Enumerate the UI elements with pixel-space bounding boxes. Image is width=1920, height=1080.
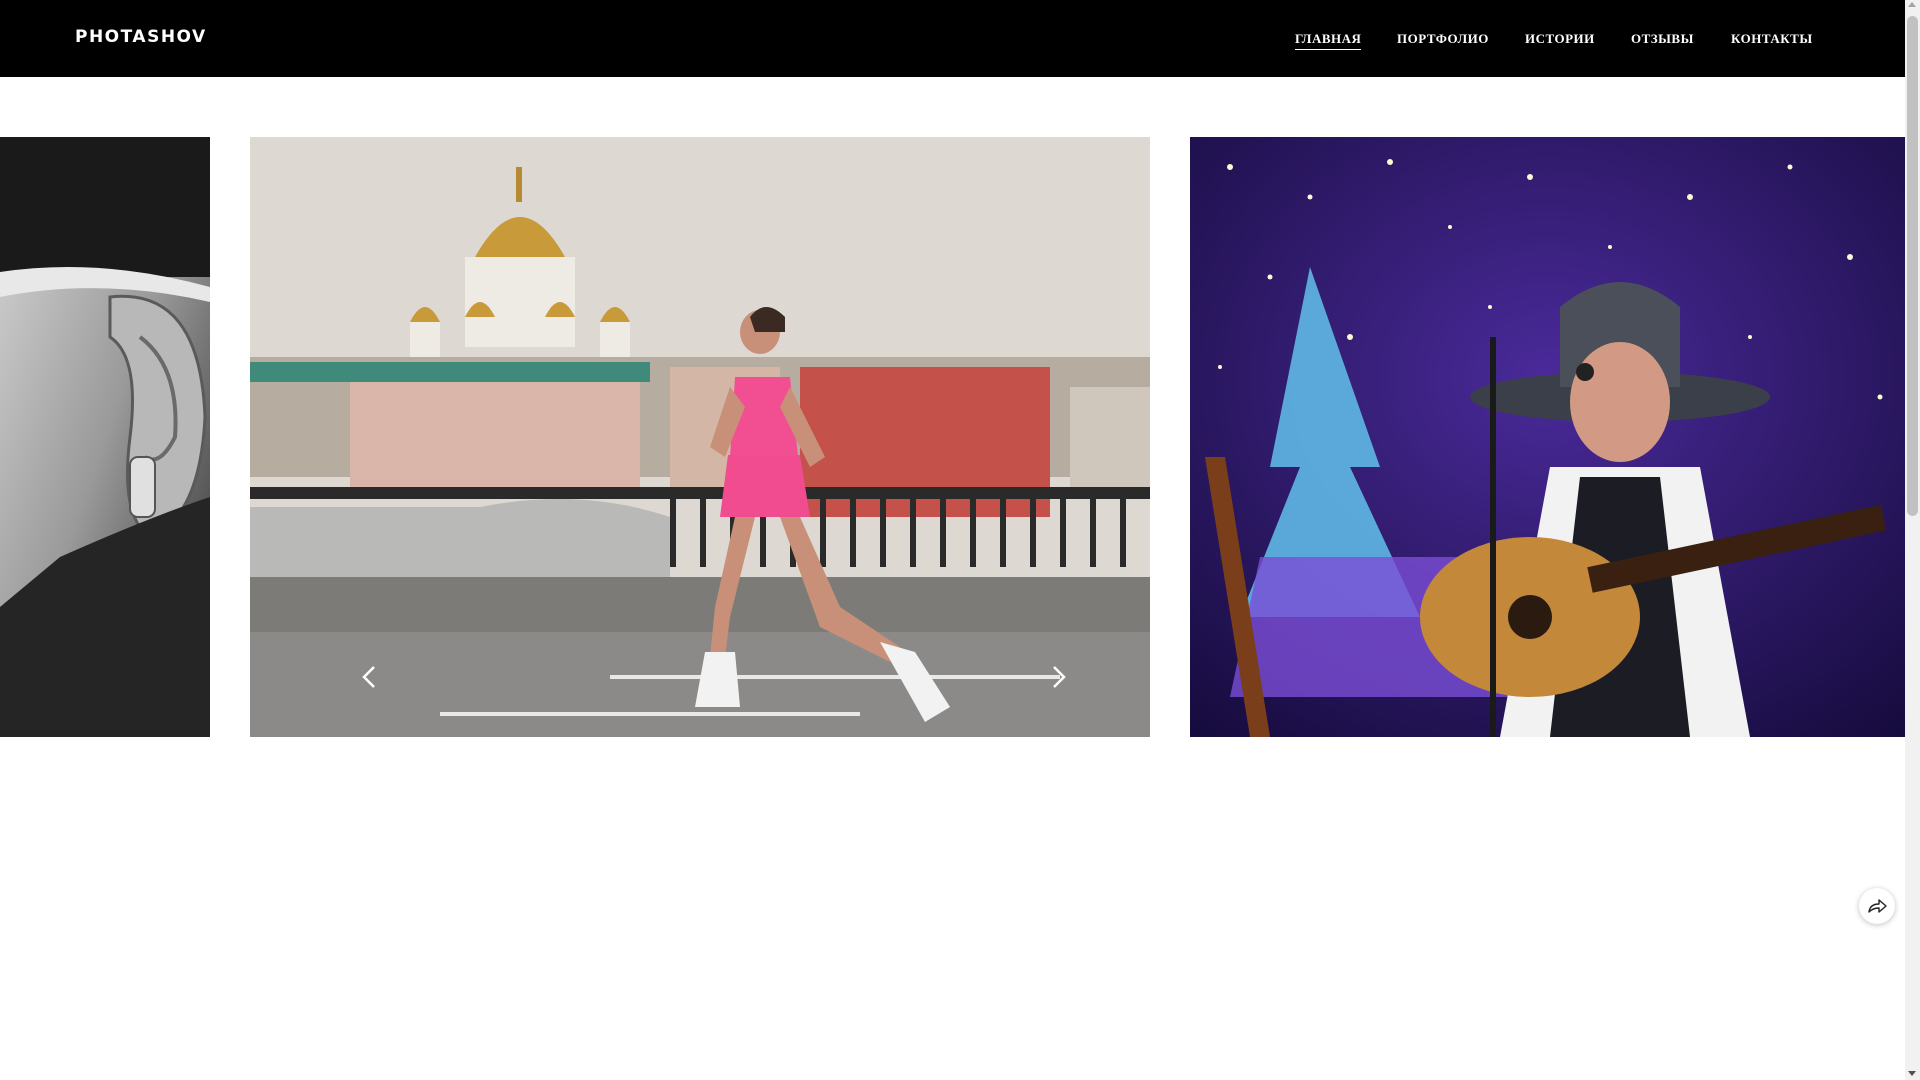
slide-image-next[interactable] — [1190, 137, 1905, 737]
nav-item-home[interactable]: ГЛАВНАЯ — [1295, 31, 1362, 50]
page-scrollbar[interactable] — [1905, 0, 1920, 1080]
scroll-up-arrow-icon[interactable] — [1908, 2, 1916, 7]
scrollbar-thumb[interactable] — [1907, 16, 1918, 516]
nav-item-reviews[interactable]: ОТЗЫВЫ — [1631, 31, 1694, 47]
slider-prev-button[interactable] — [355, 662, 385, 692]
nav-item-portfolio[interactable]: ПОРТФОЛИО — [1397, 31, 1489, 47]
top-navigation-bar: PHOTASHOV ГЛАВНАЯ ПОРТФОЛИО ИСТОРИИ ОТЗЫ… — [0, 0, 1905, 77]
slide-image-current[interactable] — [250, 137, 1150, 737]
chevron-left-icon — [362, 666, 375, 688]
chevron-right-icon — [1053, 666, 1066, 688]
slide-image-previous[interactable] — [0, 137, 210, 737]
share-button[interactable] — [1859, 888, 1895, 924]
scroll-down-arrow-icon[interactable] — [1908, 1071, 1916, 1076]
slider-next-button[interactable] — [1043, 662, 1073, 692]
share-arrow-icon — [1868, 899, 1887, 913]
site-logo[interactable]: PHOTASHOV — [75, 27, 207, 47]
nav-item-stories[interactable]: ИСТОРИИ — [1525, 31, 1595, 47]
nav-item-contacts[interactable]: КОНТАКТЫ — [1731, 31, 1813, 47]
